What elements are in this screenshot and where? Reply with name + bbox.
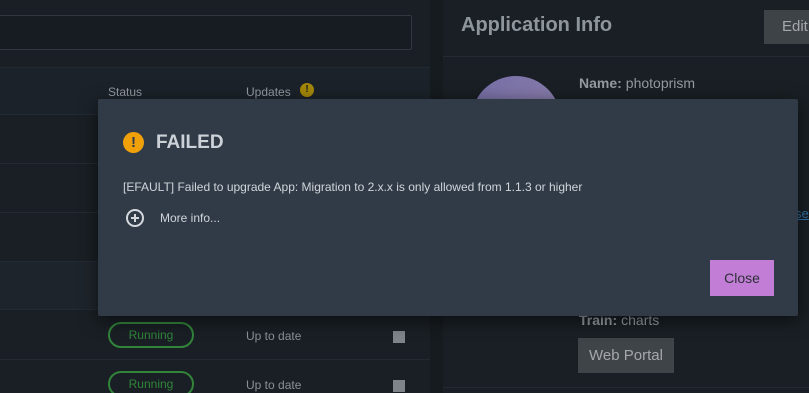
plus-circle-icon[interactable] bbox=[126, 209, 144, 227]
more-info-toggle[interactable]: More info... bbox=[126, 207, 220, 229]
dialog-message: [EFAULT] Failed to upgrade App: Migratio… bbox=[123, 180, 583, 194]
dialog-title: FAILED bbox=[156, 132, 224, 153]
warning-circle-icon: ! bbox=[123, 132, 144, 153]
more-info-label[interactable]: More info... bbox=[160, 211, 220, 225]
close-button[interactable]: Close bbox=[710, 260, 774, 296]
error-dialog: ! FAILED [EFAULT] Failed to upgrade App:… bbox=[98, 99, 798, 316]
